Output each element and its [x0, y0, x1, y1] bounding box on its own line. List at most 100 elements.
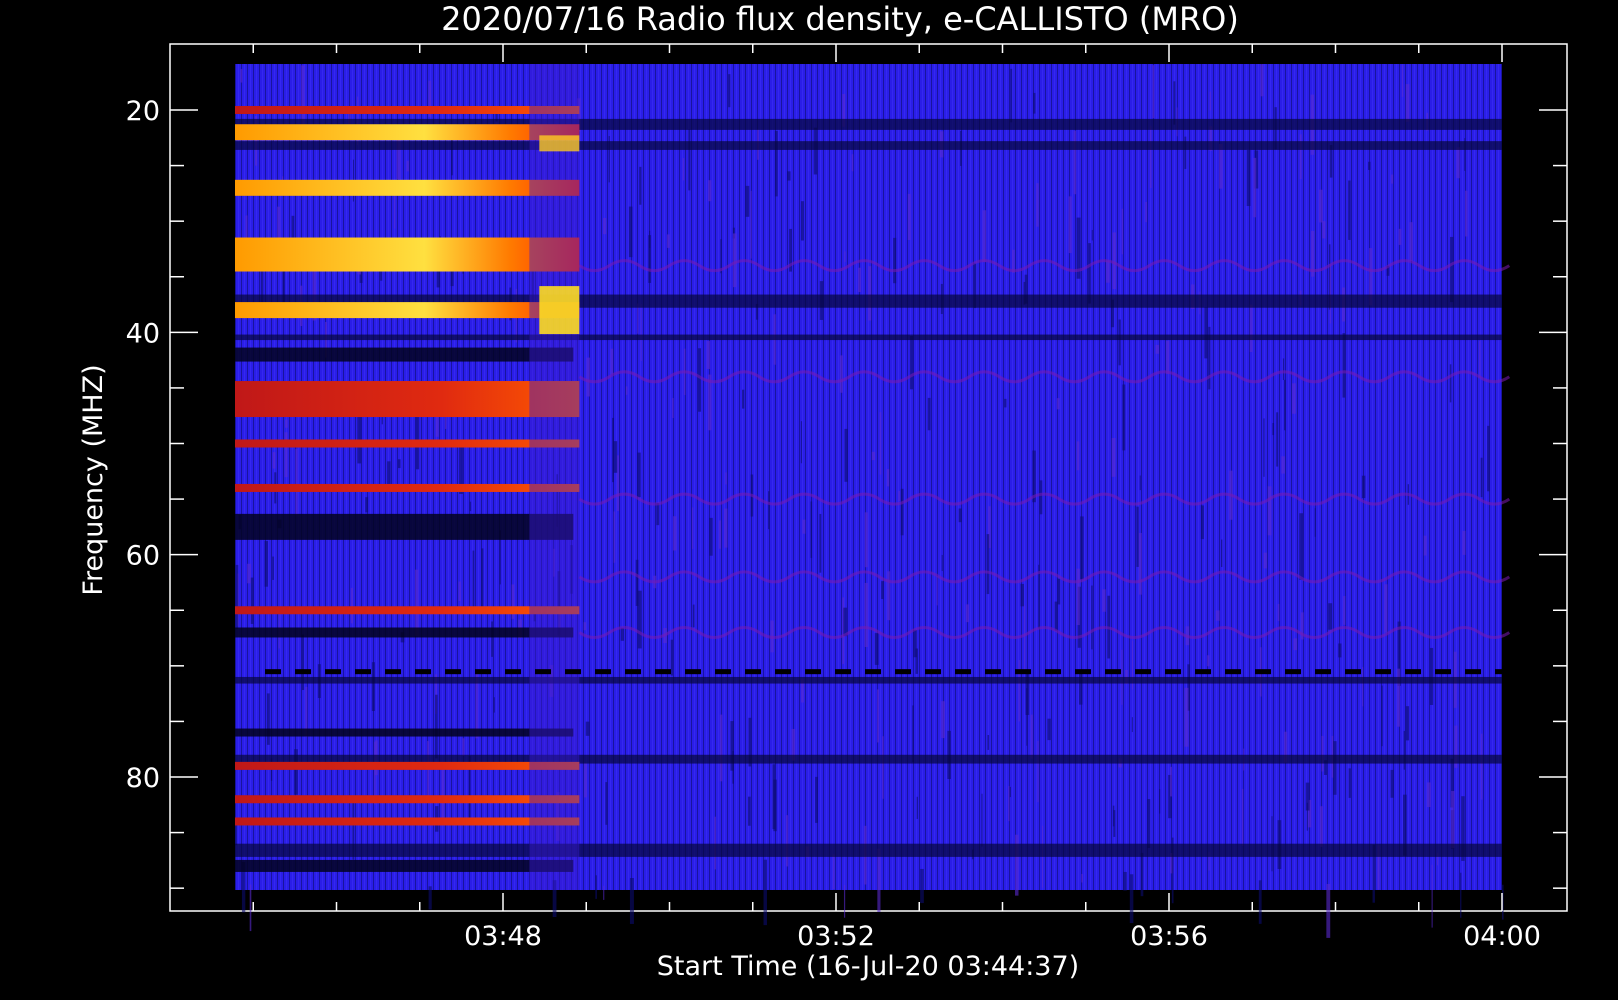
dash-mark [385, 669, 401, 675]
noise-pixel [1038, 564, 1040, 629]
noise-pixel [1073, 130, 1077, 195]
noise-pixel [1209, 91, 1211, 111]
y-tick-label: 20 [126, 96, 160, 127]
noise-pixel [772, 764, 776, 830]
noise-pixel [1293, 638, 1298, 651]
noise-pixel [272, 452, 276, 469]
noise-pixel [1106, 260, 1110, 283]
noise-pixel [435, 694, 438, 759]
dark-band [235, 334, 1502, 341]
noise-pixel [1113, 810, 1116, 837]
noise-pixel [1123, 871, 1127, 891]
y-tick-label: 80 [126, 763, 160, 794]
noise-pixel [886, 469, 890, 487]
noise-pixel [1460, 872, 1462, 918]
noise-pixel [1076, 441, 1080, 471]
noise-pixel [427, 741, 430, 802]
noise-pixel [673, 516, 677, 551]
noise-pixel [648, 235, 652, 283]
spectrogram-chart: 2020/07/16 Radio flux density, e-CALLIST… [78, 0, 1568, 982]
noise-pixel [844, 251, 846, 262]
noise-pixel [732, 233, 737, 288]
noise-pixel [927, 397, 931, 431]
noise-pixel [1111, 437, 1116, 477]
noise-pixel [1390, 769, 1394, 798]
noise-pixel [864, 582, 868, 648]
noise-pixel [1451, 791, 1455, 849]
noise-pixel [898, 490, 901, 502]
noise-pixel [1218, 143, 1223, 189]
x-axis-label: Start Time (16-Jul-20 03:44:37) [657, 951, 1079, 982]
noise-pixel [1329, 264, 1332, 324]
absorption-gap [235, 347, 574, 362]
bright-blob [539, 135, 580, 152]
x-tick-label: 04:00 [1463, 921, 1541, 952]
absorption-gap [235, 728, 574, 737]
noise-pixel [1057, 578, 1061, 605]
dash-mark [1165, 669, 1181, 675]
y-tick-label: 40 [126, 318, 160, 349]
noise-pixel [1381, 685, 1383, 747]
noise-pixel [414, 569, 419, 637]
noise-pixel [585, 721, 590, 736]
noise-pixel [584, 763, 587, 798]
noise-pixel [1169, 766, 1173, 797]
x-tick-label: 03:52 [797, 921, 875, 952]
noise-pixel [843, 884, 846, 918]
x-tick-labels: 03:48 03:52 03:56 04:00 [464, 921, 1541, 952]
y-axis-label: Frequency (MHZ) [78, 364, 109, 595]
noise-pixel [394, 191, 396, 229]
dash-mark [775, 669, 791, 675]
noise-pixel [1361, 475, 1366, 499]
noise-pixel [629, 878, 634, 924]
noise-pixel [1047, 718, 1051, 741]
noise-pixel [1139, 475, 1141, 491]
noise-pixel [1328, 603, 1333, 630]
noise-pixel [981, 793, 983, 847]
noise-pixel [1246, 150, 1251, 207]
noise-pixel [1299, 513, 1304, 580]
noise-pixel [1478, 340, 1481, 378]
noise-pixel [941, 554, 943, 572]
y-tick-labels: 20 40 60 80 [126, 96, 160, 794]
noise-pixel [907, 193, 911, 241]
noise-pixel [610, 348, 614, 375]
noise-pixel [1329, 145, 1333, 178]
dash-mark [445, 669, 461, 675]
noise-pixel [965, 604, 970, 623]
noise-pixel [1036, 183, 1039, 227]
noise-pixel [800, 421, 803, 464]
noise-pixel [469, 501, 472, 512]
dash-mark [1375, 669, 1391, 675]
noise-pixel [295, 449, 298, 516]
absorption-gap [235, 859, 574, 872]
noise-pixel [1091, 585, 1093, 650]
noise-pixel [682, 158, 685, 181]
dash-mark [805, 669, 821, 675]
noise-pixel [1342, 333, 1346, 398]
noise-pixel [881, 581, 884, 600]
noise-pixel [843, 607, 847, 637]
noise-pixel [595, 875, 597, 899]
noise-pixel [915, 648, 919, 674]
absorption-gap [235, 627, 574, 638]
noise-pixel [301, 65, 305, 126]
dash-mark [1195, 669, 1211, 675]
noise-pixel [1008, 786, 1010, 822]
dash-mark [655, 669, 671, 675]
noise-pixel [941, 701, 946, 739]
noise-pixel [1263, 418, 1265, 477]
noise-pixel [1277, 603, 1280, 622]
x-tick-label: 03:56 [1130, 921, 1208, 952]
noise-pixel [1004, 398, 1007, 408]
noise-pixel [725, 472, 727, 485]
noise-pixel [1368, 161, 1371, 170]
dash-mark [1405, 669, 1421, 675]
dash-mark [625, 669, 641, 675]
noise-pixel [428, 886, 432, 910]
noise-pixel [1136, 506, 1139, 567]
noise-pixel [1068, 196, 1072, 254]
noise-pixel [1276, 412, 1279, 467]
noise-pixel [1314, 508, 1316, 537]
dash-mark [295, 669, 311, 675]
